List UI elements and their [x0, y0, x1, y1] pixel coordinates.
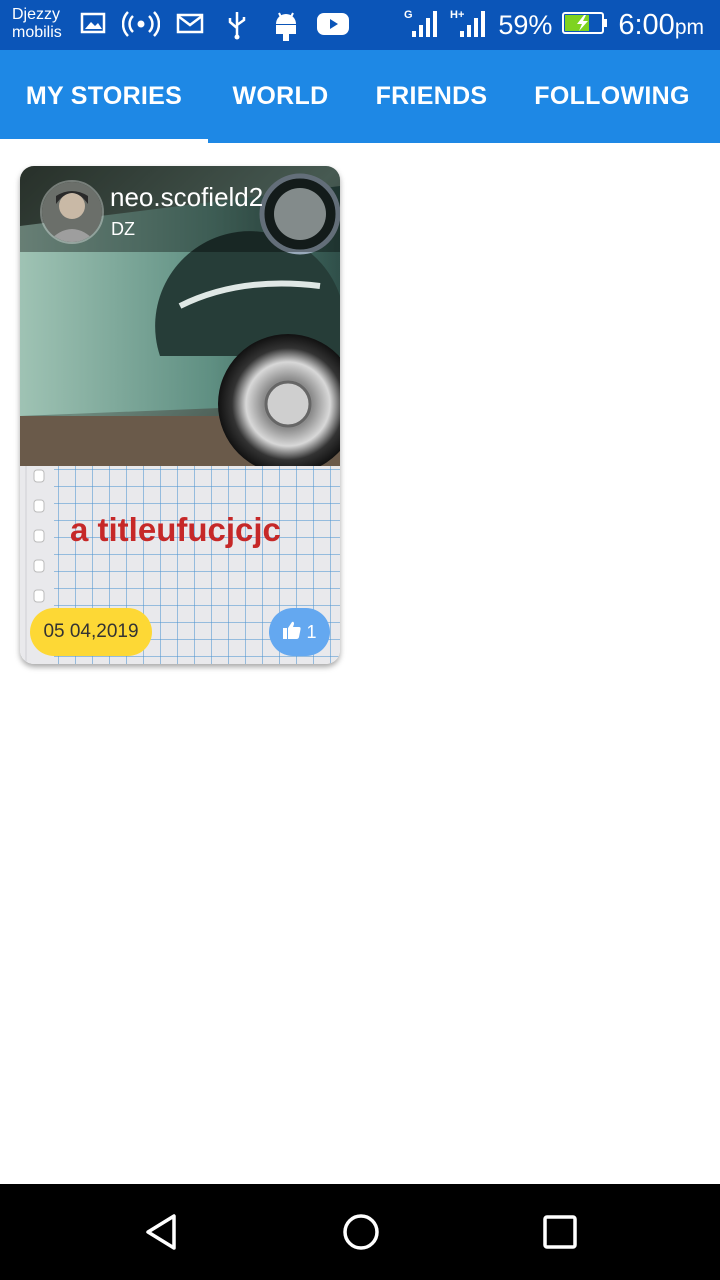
- navigation-bar: [0, 1184, 720, 1280]
- image-icon: [80, 10, 106, 41]
- like-count: 1: [306, 621, 317, 642]
- youtube-icon: [316, 10, 350, 43]
- svg-text:H+: H+: [450, 9, 464, 21]
- recents-icon[interactable]: [515, 1184, 605, 1280]
- story-card[interactable]: neo.scofield2 DZ a titleufucjcjc 05 04,2…: [20, 166, 340, 664]
- carrier-name: Djezzy mobilis: [12, 6, 62, 42]
- tab-following[interactable]: FOLLOWING: [510, 50, 714, 143]
- like-button[interactable]: 1: [269, 608, 330, 656]
- carrier-line2: mobilis: [12, 24, 62, 41]
- svg-text:G: G: [404, 9, 413, 21]
- author-country: DZ: [111, 219, 135, 239]
- tab-my-stories[interactable]: MY STORIES: [0, 50, 208, 143]
- back-icon[interactable]: [117, 1184, 207, 1280]
- tab-friends[interactable]: FRIENDS: [353, 50, 510, 143]
- hotspot-icon: [121, 10, 161, 43]
- story-date-badge: 05 04,2019: [30, 608, 152, 656]
- mail-icon: [176, 10, 204, 41]
- tab-bar: MY STORIES WORLD FRIENDS FOLLOWING: [0, 50, 720, 143]
- status-bar: Djezzy mobilis G H+ 59% 6:00pm: [0, 0, 720, 50]
- signal-g-icon: G: [404, 7, 440, 44]
- user-avatar[interactable]: [40, 180, 104, 244]
- active-tab-indicator: [0, 139, 208, 143]
- tab-world[interactable]: WORLD: [208, 50, 353, 143]
- battery-percentage: 59%: [498, 9, 553, 40]
- android-icon: [272, 10, 300, 47]
- home-icon[interactable]: [316, 1184, 406, 1280]
- battery-charging-icon: [562, 11, 608, 40]
- usb-icon: [226, 10, 248, 45]
- author-username[interactable]: neo.scofield2: [110, 182, 263, 213]
- story-title[interactable]: a titleufucjcjc: [70, 511, 281, 549]
- clock: 6:00pm: [618, 8, 704, 41]
- carrier-line1: Djezzy: [12, 6, 61, 23]
- signal-h-icon: H+: [450, 7, 488, 44]
- thumbs-up-icon: [282, 620, 302, 645]
